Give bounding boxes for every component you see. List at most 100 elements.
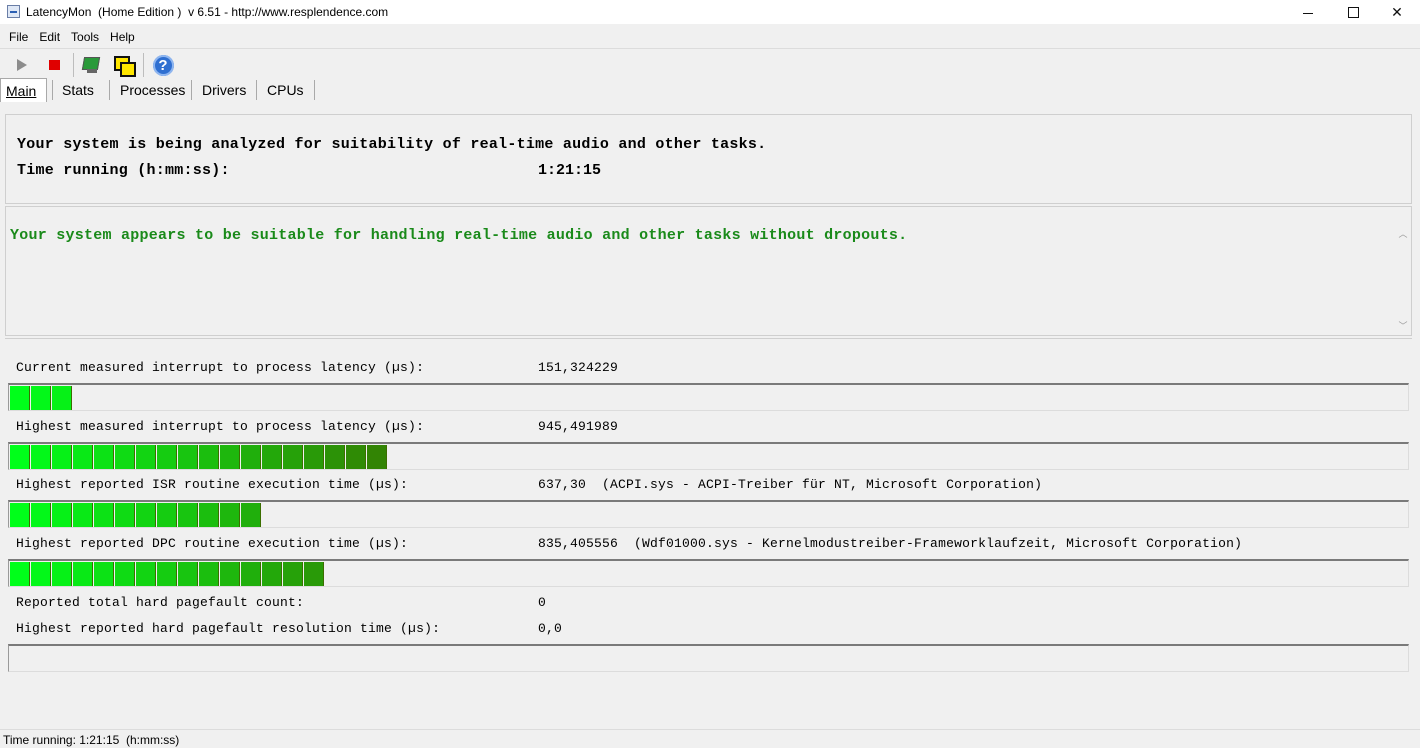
minimize-button[interactable] [1285,0,1331,24]
bar-segment [31,445,51,469]
windows-icon [113,55,136,77]
metric-label-current-latency: Current measured interrupt to process la… [16,360,425,375]
tab-separator [256,80,257,100]
bar-segment [115,562,135,586]
tab-cpus-label: CPUs [267,82,304,98]
tab-stats[interactable]: Stats [62,78,94,102]
progress-bar-isr-time [8,500,1409,528]
bar-segment [10,386,30,410]
bar-segment [241,562,261,586]
play-icon [17,59,27,71]
bar-segment [136,503,156,527]
tab-cpus[interactable]: CPUs [267,78,304,102]
metric-label-dpc-time: Highest reported DPC routine execution t… [16,536,409,551]
bar-segment [262,562,282,586]
metric-value-highest-latency: 945,491989 [538,419,619,434]
bar-segment [115,445,135,469]
metric-label-highest-latency: Highest measured interrupt to process la… [16,419,425,434]
verdict-message: Your system appears to be suitable for h… [10,227,908,244]
bar-segment [157,445,177,469]
bar-segment [52,562,72,586]
bar-segment [325,445,345,469]
progress-bar-current-latency [8,383,1409,411]
menu-tools[interactable]: Tools [63,27,102,47]
bar-segment [136,445,156,469]
metric-value-current-latency: 151,324229 [538,360,619,375]
tab-drivers[interactable]: Drivers [202,78,246,102]
start-button[interactable] [9,52,35,78]
bar-fill [10,562,325,586]
pagefault-time-label: Highest reported hard pagefault resoluti… [16,621,441,636]
tab-separator [52,80,53,100]
tab-processes[interactable]: Processes [120,78,185,102]
monitor-button[interactable] [78,52,104,78]
bar-segment [157,503,177,527]
analysis-heading: Your system is being analyzed for suitab… [17,136,767,153]
minimize-icon [1303,12,1313,14]
bar-segment [10,503,30,527]
bar-segment [367,445,387,469]
bar-segment [199,562,219,586]
bar-segment [304,445,324,469]
tab-main-label: Main [6,82,37,99]
monitor-icon [82,55,100,75]
windows-button[interactable] [111,52,137,78]
toolbar-separator [143,53,144,77]
menu-file[interactable]: File [0,27,31,47]
time-running-value: 1:21:15 [538,162,602,179]
menu-bar: File Edit Tools Help [0,27,1420,47]
progress-bar-dpc-time [8,559,1409,587]
bar-segment [10,445,30,469]
bar-segment [241,503,261,527]
close-button[interactable]: ✕ [1374,0,1420,24]
bar-segment [178,503,198,527]
pagefault-count-value: 0 [538,595,547,610]
status-bar: Time running: 1:21:15 (h:mm:ss) [0,729,1420,748]
bar-segment [157,562,177,586]
bar-fill [10,503,262,527]
bar-segment [73,445,93,469]
bar-segment [52,386,72,410]
bar-fill [10,386,73,410]
title-bar: LatencyMon (Home Edition ) v 6.51 - http… [0,0,1420,24]
pagefault-count-label: Reported total hard pagefault count: [16,595,305,610]
bar-segment [94,503,114,527]
scroll-down-icon[interactable]: ﹀ [1398,321,1408,331]
bar-segment [283,562,303,586]
stop-icon [48,60,60,70]
tab-separator [191,80,192,100]
bar-segment [199,503,219,527]
maximize-button[interactable] [1330,0,1376,24]
bar-segment [10,562,30,586]
bar-segment [31,386,51,410]
time-running-label: Time running (h:mm:ss): [17,162,230,179]
tab-main[interactable]: Main [0,78,47,102]
metrics-panel: Current measured interrupt to process la… [5,338,1412,728]
bar-segment [220,445,240,469]
help-icon: ? [152,54,174,76]
bar-segment [52,445,72,469]
stop-button[interactable] [41,52,67,78]
bar-segment [199,445,219,469]
tab-drivers-label: Drivers [202,82,247,98]
menu-edit[interactable]: Edit [31,27,63,47]
bar-segment [283,445,303,469]
bar-segment [31,562,51,586]
scroll-up-icon[interactable]: ︿ [1398,229,1408,239]
bar-segment [52,503,72,527]
bar-segment [178,445,198,469]
metric-label-isr-time: Highest reported ISR routine execution t… [16,477,409,492]
tab-stats-label: Stats [62,82,94,98]
toolbar-separator [73,53,74,77]
close-icon: ✕ [1391,3,1403,20]
bar-segment [220,562,240,586]
bar-segment [262,445,282,469]
help-button[interactable]: ? [150,52,176,78]
tab-separator [109,80,110,100]
tab-processes-label: Processes [120,82,186,98]
metric-value-isr-time: 637,30 (ACPI.sys - ACPI-Treiber für NT, … [538,477,1043,492]
tab-bar: Main Stats Processes Drivers CPUs [0,78,1420,104]
menu-help[interactable]: Help [102,27,138,47]
analysis-panel: Your system is being analyzed for suitab… [5,114,1412,204]
bar-segment [178,562,198,586]
